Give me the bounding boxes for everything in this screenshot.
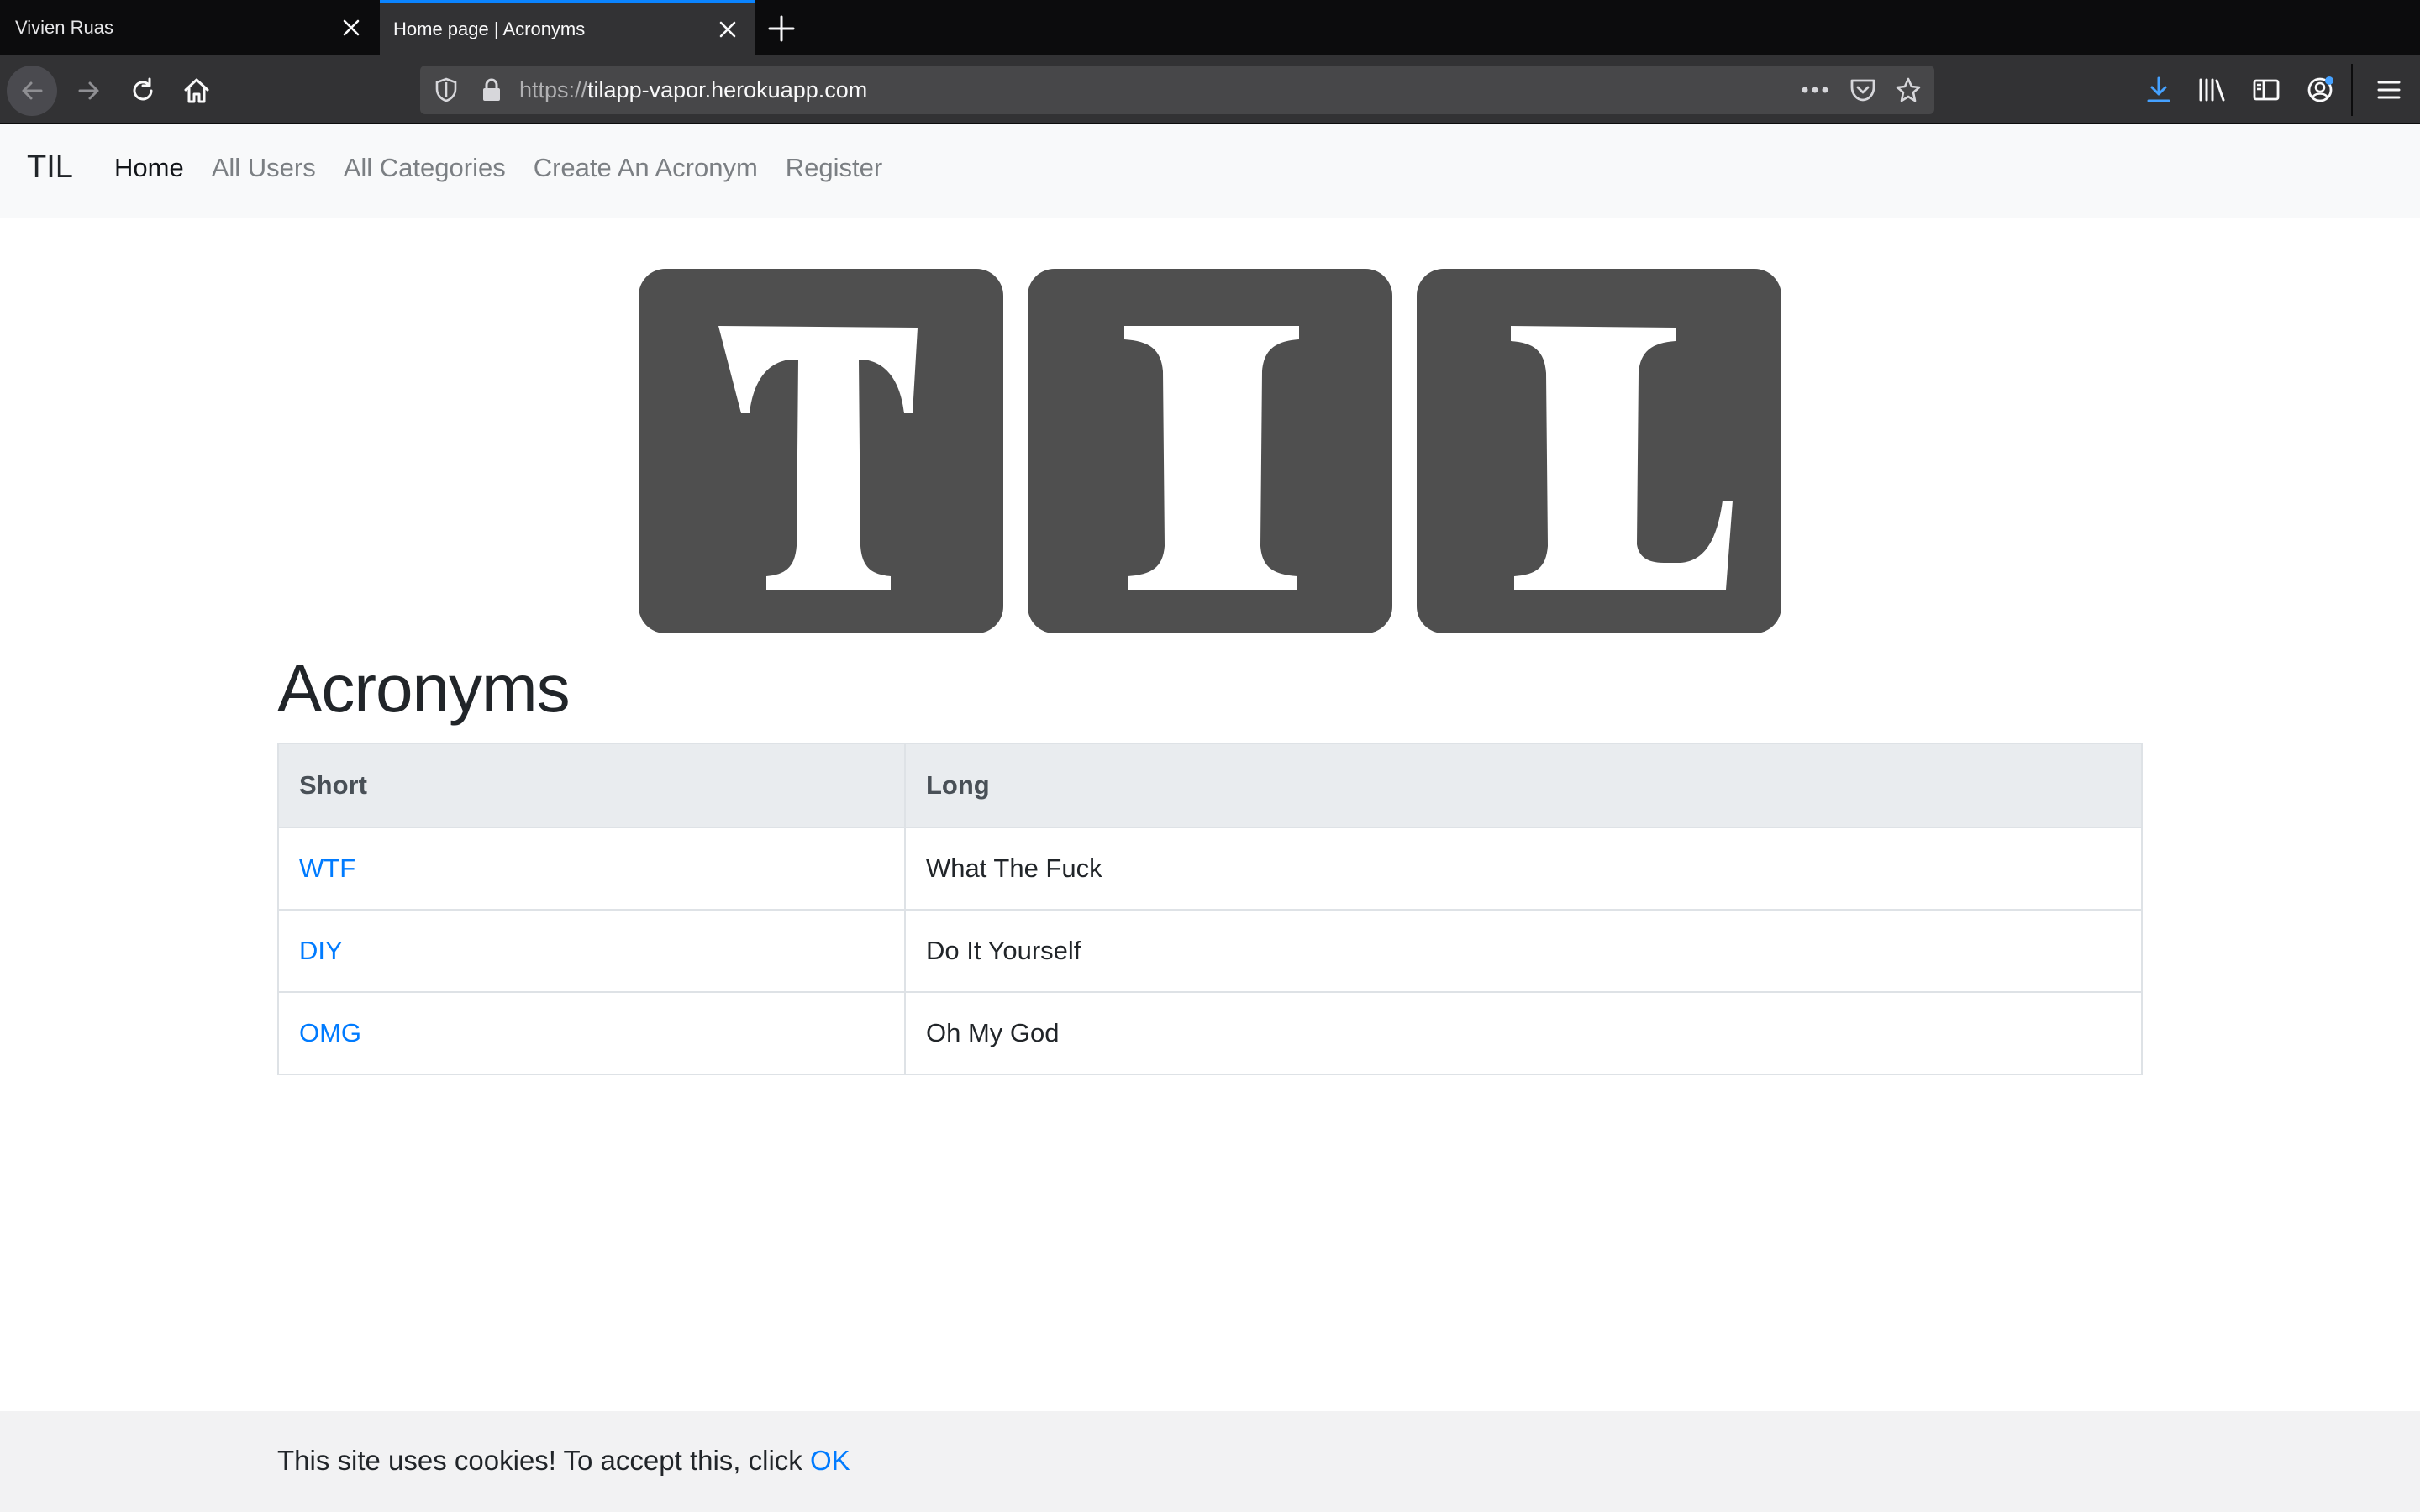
plus-icon[interactable] — [765, 12, 798, 45]
more-icon[interactable] — [1798, 74, 1832, 106]
menu-icon[interactable] — [2371, 72, 2407, 108]
browser-tab-active[interactable]: Home page | Acronyms — [380, 0, 755, 55]
cookie-accept-link[interactable]: OK — [810, 1445, 850, 1476]
nav-link-register[interactable]: Register — [786, 153, 882, 183]
cookie-banner: This site uses cookies! To accept this, … — [0, 1411, 2420, 1512]
acronyms-table: Short Long WTF What The Fuck DIY Do It Y… — [277, 743, 2143, 1075]
url-bar[interactable]: https://tilapp-vapor.herokuapp.com — [420, 66, 1934, 114]
nav-link-all-categories[interactable]: All Categories — [344, 153, 506, 183]
home-icon[interactable] — [171, 66, 222, 116]
url-host: tilapp-vapor.herokuapp.com — [587, 76, 868, 102]
url-scheme: https:// — [519, 76, 588, 102]
sidebar-icon[interactable] — [2249, 72, 2284, 108]
close-icon[interactable] — [339, 16, 363, 39]
forward-arrow-icon[interactable] — [64, 66, 114, 116]
browser-tab-bar: Vivien Ruas Home page | Acronyms — [0, 0, 2420, 55]
star-icon[interactable] — [1892, 74, 1924, 106]
til-logo: T I L — [639, 269, 1781, 633]
page-title: Acronyms — [277, 651, 571, 726]
acronym-short-link[interactable]: OMG — [277, 991, 906, 1075]
nav-link-home[interactable]: Home — [114, 153, 184, 183]
download-icon[interactable] — [2141, 72, 2176, 108]
back-arrow-icon[interactable] — [7, 66, 57, 116]
table-row: OMG Oh My God — [277, 991, 2143, 1075]
reload-icon[interactable] — [118, 66, 168, 116]
acronym-short-link[interactable]: DIY — [277, 909, 906, 993]
browser-tab[interactable]: Vivien Ruas — [0, 0, 378, 55]
cookie-text: This site uses cookies! To accept this, … — [277, 1445, 810, 1476]
lock-icon[interactable] — [476, 74, 508, 106]
url-text[interactable]: https://tilapp-vapor.herokuapp.com — [519, 77, 867, 103]
table-row: WTF What The Fuck — [277, 827, 2143, 911]
acronym-long: What The Fuck — [904, 827, 2143, 911]
site-navbar: TIL Home All Users All Categories Create… — [0, 124, 2420, 218]
account-icon[interactable] — [2302, 72, 2338, 108]
table-row: DIY Do It Yourself — [277, 909, 2143, 993]
pocket-icon[interactable] — [1847, 74, 1879, 106]
nav-links: Home All Users All Categories Create An … — [114, 153, 910, 183]
acronym-long: Oh My God — [904, 991, 2143, 1075]
tab-title: Home page | Acronyms — [393, 18, 586, 39]
acronym-short-link[interactable]: WTF — [277, 827, 906, 911]
shield-icon[interactable] — [430, 74, 462, 106]
nav-link-create-acronym[interactable]: Create An Acronym — [534, 153, 758, 183]
column-header-long: Long — [904, 743, 2143, 828]
navbar-brand[interactable]: TIL — [27, 150, 73, 186]
close-icon[interactable] — [716, 18, 739, 41]
tab-title: Vivien Ruas — [15, 17, 113, 38]
toolbar-divider — [2351, 64, 2353, 116]
library-icon[interactable] — [2195, 72, 2230, 108]
nav-link-all-users[interactable]: All Users — [212, 153, 316, 183]
column-header-short: Short — [277, 743, 906, 828]
table-header-row: Short Long — [277, 743, 2143, 828]
browser-toolbar: https://tilapp-vapor.herokuapp.com — [0, 55, 2420, 124]
cookie-message: This site uses cookies! To accept this, … — [277, 1445, 850, 1477]
acronym-long: Do It Yourself — [904, 909, 2143, 993]
